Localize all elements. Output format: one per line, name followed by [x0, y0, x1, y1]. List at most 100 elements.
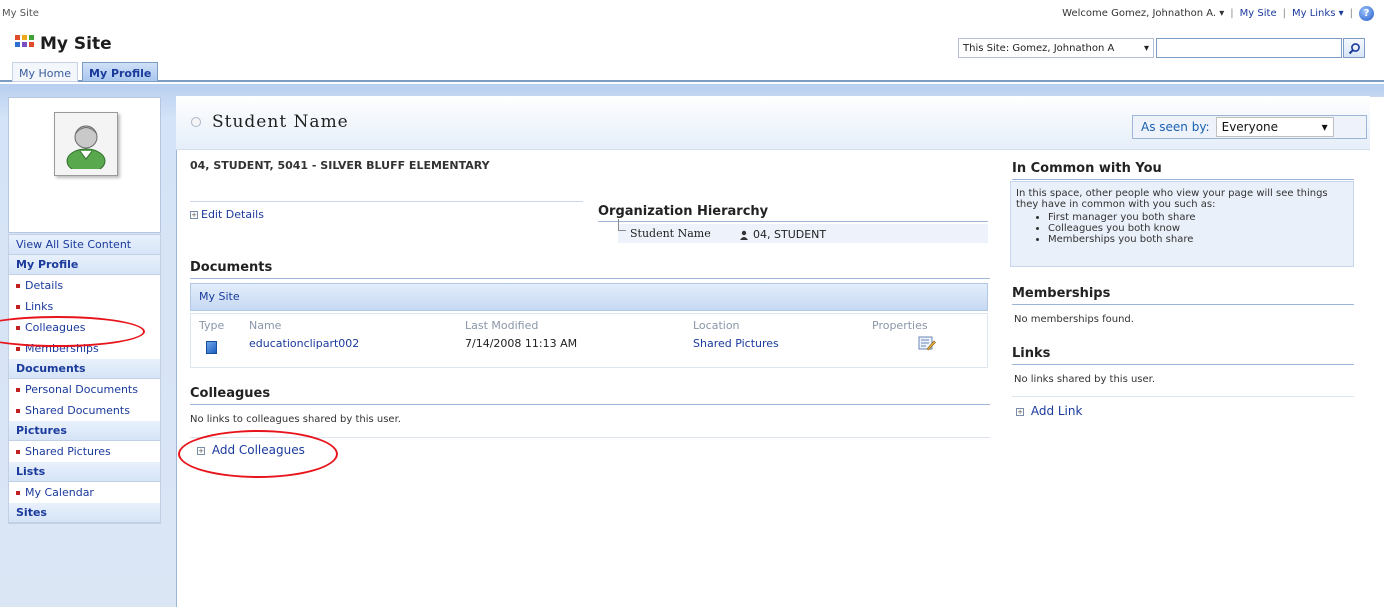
- separator: |: [1282, 8, 1286, 19]
- site-title[interactable]: My Site: [40, 34, 112, 54]
- search-button[interactable]: [1343, 38, 1365, 58]
- add-icon: +: [1016, 407, 1024, 416]
- links-empty-text: No links shared by this user.: [1014, 374, 1156, 385]
- nav-item-label: Personal Documents: [25, 383, 138, 396]
- image-file-icon[interactable]: [206, 341, 217, 354]
- divider: [1012, 396, 1354, 397]
- page-title: Student Name: [212, 112, 349, 132]
- colleagues-heading: Colleagues: [190, 386, 271, 401]
- nav-item-details[interactable]: Details: [9, 275, 160, 296]
- column-header-location[interactable]: Location: [693, 319, 740, 332]
- column-header-type[interactable]: Type: [199, 319, 224, 332]
- nav-item-label: My Calendar: [25, 486, 94, 499]
- bullet-icon: [16, 387, 20, 392]
- bullet-icon: [16, 490, 20, 495]
- divider: [598, 221, 988, 222]
- seen-by-control: As seen by: Everyone ▾: [1132, 115, 1367, 139]
- edit-properties-icon[interactable]: [918, 336, 936, 351]
- nav-heading-documents[interactable]: Documents: [9, 359, 160, 379]
- welcome-text: Welcome Gomez, Johnathon A.: [1062, 8, 1217, 19]
- document-modified: 7/14/2008 11:13 AM: [465, 337, 578, 350]
- logo-square: [15, 42, 20, 47]
- edit-details-label: Edit Details: [201, 208, 264, 221]
- nav-heading-sites[interactable]: Sites: [9, 503, 160, 523]
- nav-item-links[interactable]: Links: [9, 296, 160, 317]
- links-heading: Links: [1012, 346, 1051, 361]
- add-link-label: Add Link: [1030, 404, 1083, 418]
- nav-item-label: Shared Documents: [25, 404, 130, 417]
- search-scope-value: This Site: Gomez, Johnathon A: [963, 42, 1115, 54]
- my-site-link[interactable]: My Site: [1240, 8, 1277, 19]
- welcome-user-menu[interactable]: Welcome Gomez, Johnathon A. ▾: [1062, 8, 1224, 19]
- separator: |: [1230, 8, 1234, 19]
- separator: |: [1349, 8, 1353, 19]
- list-item: First manager you both share: [1048, 212, 1348, 223]
- bullet-icon: [16, 283, 20, 288]
- document-name-link[interactable]: educationclipart002: [249, 337, 359, 350]
- tab-bar: My Home My Profile: [0, 60, 1384, 82]
- divider: [1012, 179, 1354, 180]
- logo-square: [29, 35, 34, 40]
- tab-my-profile[interactable]: My Profile: [82, 62, 159, 82]
- nav-item-shared-pictures[interactable]: Shared Pictures: [9, 441, 160, 462]
- logo-square: [22, 35, 27, 40]
- avatar[interactable]: [54, 112, 118, 176]
- chevron-down-icon: ▾: [1338, 8, 1344, 19]
- expand-icon: +: [190, 211, 198, 219]
- my-links-label: My Links: [1291, 8, 1336, 19]
- edit-details-link[interactable]: + Edit Details: [190, 208, 264, 221]
- bullet-icon: [16, 346, 20, 351]
- column-header-properties[interactable]: Properties: [872, 319, 928, 332]
- help-icon[interactable]: ?: [1359, 6, 1374, 21]
- search-scope-select[interactable]: This Site: Gomez, Johnathon A ▾: [958, 38, 1154, 58]
- column-header-name[interactable]: Name: [249, 319, 281, 332]
- chevron-down-icon: ▾: [1219, 8, 1225, 19]
- breadcrumb-site[interactable]: My Site: [2, 8, 39, 19]
- view-all-site-content-link[interactable]: View All Site Content: [9, 235, 160, 255]
- seen-by-select[interactable]: Everyone ▾: [1215, 117, 1334, 137]
- person-small-icon: [740, 230, 748, 240]
- in-common-heading: In Common with You: [1012, 161, 1162, 176]
- nav-view-all: View All Site Content My Profile Details…: [8, 234, 161, 524]
- person-icon: [66, 125, 106, 169]
- in-common-box: In this space, other people who view you…: [1010, 181, 1354, 267]
- documents-site-bar: My Site: [190, 283, 988, 311]
- nav-item-my-calendar[interactable]: My Calendar: [9, 482, 160, 503]
- add-link-link[interactable]: + Add Link: [1016, 404, 1082, 418]
- nav-heading-my-profile[interactable]: My Profile: [9, 255, 160, 275]
- divider: [1012, 364, 1354, 365]
- nav-heading-pictures[interactable]: Pictures: [9, 421, 160, 441]
- chevron-down-icon: ▾: [1321, 120, 1328, 134]
- colleagues-empty-text: No links to colleagues shared by this us…: [190, 414, 401, 425]
- list-item: Colleagues you both know: [1048, 223, 1348, 234]
- column-header-last-modified[interactable]: Last Modified: [465, 319, 538, 332]
- my-site-logo-icon: [15, 35, 35, 51]
- welcome-menu: Welcome Gomez, Johnathon A. ▾ | My Site …: [1062, 6, 1374, 21]
- memberships-empty-text: No memberships found.: [1014, 314, 1134, 325]
- tab-my-home[interactable]: My Home: [12, 62, 78, 82]
- chevron-down-icon: ▾: [1143, 42, 1149, 54]
- org-person-name[interactable]: Student Name: [630, 227, 711, 240]
- logo-square: [15, 35, 20, 40]
- search-icon: [1348, 42, 1360, 54]
- seen-by-value: Everyone: [1221, 120, 1279, 134]
- annotation-ellipse-add-colleagues: [178, 430, 338, 478]
- presence-icon: [191, 117, 201, 127]
- document-location-link[interactable]: Shared Pictures: [693, 337, 779, 350]
- tree-connector-icon: [618, 219, 626, 231]
- profile-photo-box: [8, 97, 161, 233]
- nav-item-shared-documents[interactable]: Shared Documents: [9, 400, 160, 421]
- nav-item-label: Links: [25, 300, 54, 313]
- search-input[interactable]: [1156, 38, 1342, 58]
- profile-org-line: 04, STUDENT, 5041 - SILVER BLUFF ELEMENT…: [190, 159, 490, 172]
- org-person-title-text: 04, STUDENT: [753, 228, 827, 241]
- nav-item-label: Shared Pictures: [25, 445, 111, 458]
- bullet-icon: [16, 408, 20, 413]
- documents-site-label: My Site: [199, 290, 240, 303]
- nav-item-personal-documents[interactable]: Personal Documents: [9, 379, 160, 400]
- nav-heading-lists[interactable]: Lists: [9, 462, 160, 482]
- documents-table: Type Name Last Modified Location Propert…: [190, 313, 988, 368]
- memberships-heading: Memberships: [1012, 286, 1111, 301]
- my-links-menu[interactable]: My Links ▾: [1292, 8, 1344, 19]
- org-person-title[interactable]: 04, STUDENT: [740, 228, 826, 241]
